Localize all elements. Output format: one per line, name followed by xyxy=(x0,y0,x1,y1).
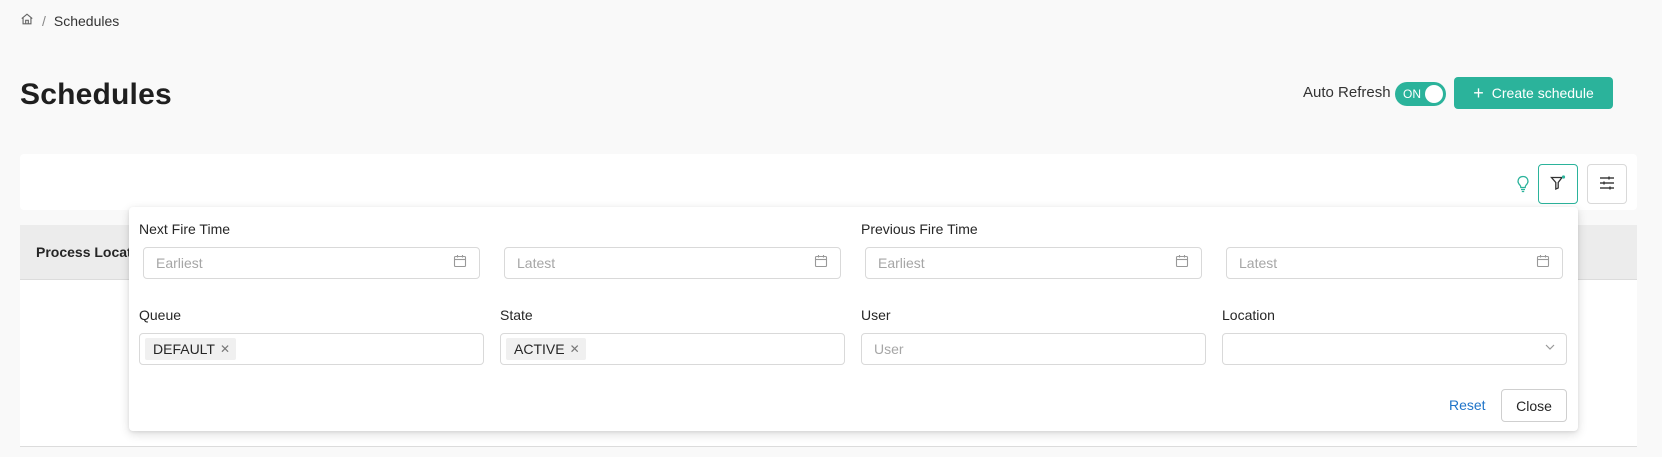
auto-refresh-toggle[interactable]: ON xyxy=(1395,82,1446,106)
toolbar-card xyxy=(20,154,1637,210)
create-schedule-label: Create schedule xyxy=(1491,85,1594,101)
column-header-process-location[interactable]: Process Locat xyxy=(36,244,132,260)
next-fire-time-latest-input[interactable]: Latest xyxy=(504,247,841,279)
state-label: State xyxy=(500,307,533,323)
queue-tag: DEFAULT ✕ xyxy=(145,338,237,360)
close-icon[interactable]: ✕ xyxy=(570,342,580,356)
home-icon[interactable] xyxy=(20,12,34,29)
placeholder: Latest xyxy=(517,255,556,271)
toggle-state-label: ON xyxy=(1403,87,1421,101)
tag-label: ACTIVE xyxy=(514,341,565,357)
calendar-icon xyxy=(1536,254,1550,273)
create-schedule-button[interactable]: + Create schedule xyxy=(1454,77,1613,109)
placeholder: Earliest xyxy=(878,255,925,271)
breadcrumb-current: Schedules xyxy=(53,12,120,29)
filter-icon xyxy=(1549,174,1567,195)
plus-icon: + xyxy=(1473,83,1484,103)
tag-label: DEFAULT xyxy=(153,341,215,357)
calendar-icon xyxy=(814,254,828,273)
sliders-icon xyxy=(1598,174,1616,195)
column-settings-button[interactable] xyxy=(1587,164,1627,204)
next-fire-time-label: Next Fire Time xyxy=(139,221,231,237)
user-input[interactable]: User xyxy=(861,333,1206,365)
previous-fire-time-label: Previous Fire Time xyxy=(861,221,978,237)
previous-fire-time-latest-input[interactable]: Latest xyxy=(1226,247,1563,279)
user-label: User xyxy=(861,307,891,323)
breadcrumb: / Schedules xyxy=(20,12,119,29)
calendar-icon xyxy=(453,254,467,273)
lightbulb-icon[interactable] xyxy=(1515,175,1531,193)
next-fire-time-earliest-input[interactable]: Earliest xyxy=(143,247,480,279)
chevron-down-icon xyxy=(1544,340,1556,358)
queue-select[interactable]: DEFAULT ✕ xyxy=(139,333,484,365)
reset-link[interactable]: Reset xyxy=(1449,397,1486,413)
previous-fire-time-earliest-input[interactable]: Earliest xyxy=(865,247,1202,279)
location-select[interactable] xyxy=(1222,333,1567,365)
breadcrumb-separator: / xyxy=(42,12,46,29)
placeholder: Latest xyxy=(1239,255,1278,271)
filter-panel: Next Fire Time Earliest Latest Previous … xyxy=(129,207,1578,431)
queue-label: Queue xyxy=(139,307,182,323)
auto-refresh-label: Auto Refresh xyxy=(1303,84,1391,101)
page-title: Schedules xyxy=(20,78,172,111)
calendar-icon xyxy=(1175,254,1189,273)
placeholder: User xyxy=(874,341,904,357)
filter-toggle-button[interactable] xyxy=(1538,164,1578,204)
close-button[interactable]: Close xyxy=(1501,389,1567,422)
state-select[interactable]: ACTIVE ✕ xyxy=(500,333,845,365)
state-tag: ACTIVE ✕ xyxy=(506,338,586,360)
placeholder: Earliest xyxy=(156,255,203,271)
location-label: Location xyxy=(1222,307,1275,323)
close-icon[interactable]: ✕ xyxy=(220,342,230,356)
toggle-knob xyxy=(1425,85,1443,103)
